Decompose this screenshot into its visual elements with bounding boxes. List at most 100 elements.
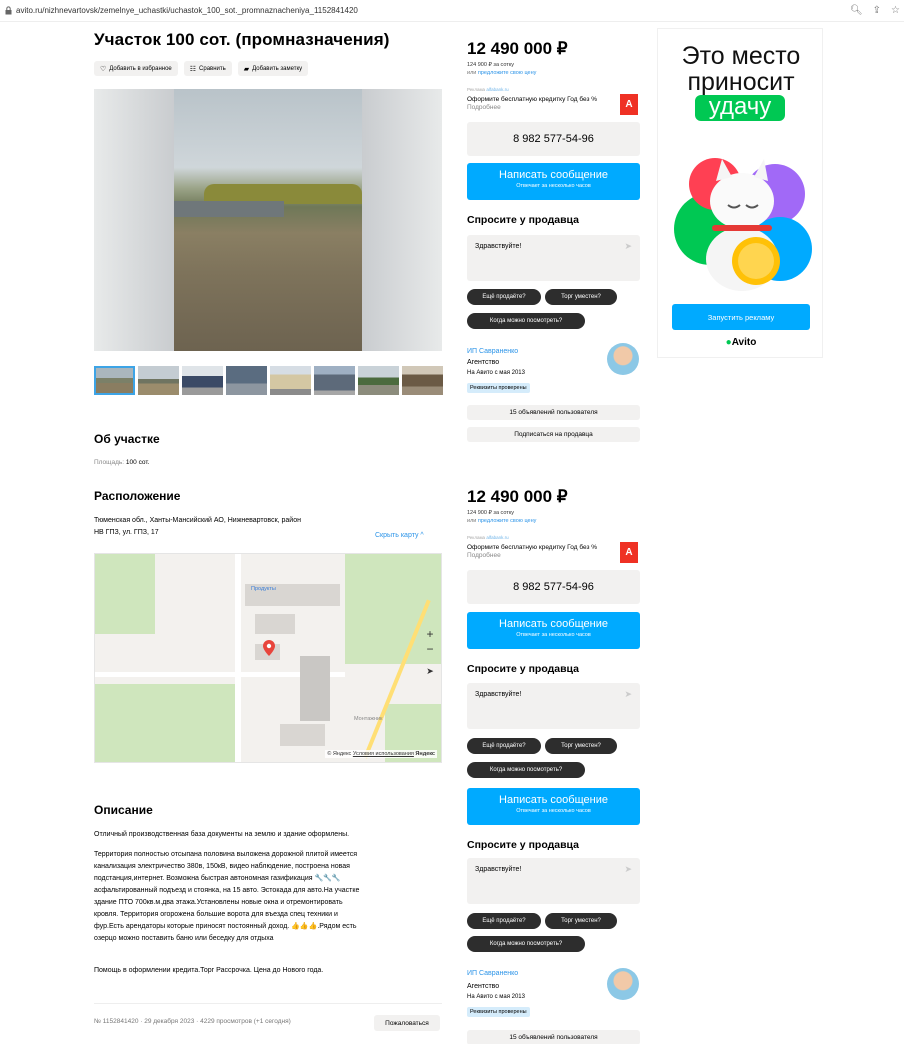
add-note-button[interactable]: ▰ Добавить заметку xyxy=(237,61,309,76)
heart-icon: ♡ xyxy=(100,65,107,73)
quick-question-chip[interactable]: Когда можно посмотреть? xyxy=(467,762,585,778)
seller-name-link[interactable]: ИП Савраненко xyxy=(467,348,518,355)
thumbnail[interactable] xyxy=(182,366,223,395)
photo-blur-right xyxy=(362,89,442,351)
map-zoom-in-button[interactable]: + xyxy=(423,627,437,641)
add-favorite-button[interactable]: ♡ Добавить в избранное xyxy=(94,61,178,76)
thumbnail[interactable] xyxy=(94,366,135,395)
quick-question-chip[interactable]: Торг уместен? xyxy=(545,289,617,305)
ad-text[interactable]: Оформите бесплатную кредитку Год без % П… xyxy=(467,544,607,560)
complain-button[interactable]: Пожаловаться xyxy=(374,1015,440,1031)
ask-seller-text: Здравствуйте! xyxy=(475,866,522,873)
quick-question-chip[interactable]: Ещё продаёте? xyxy=(467,289,541,305)
map-poi-label[interactable]: Продукты xyxy=(251,586,276,592)
seller-listings-button[interactable]: 15 объявлений пользователя xyxy=(467,1030,640,1044)
browser-address-bar[interactable]: avito.ru/nizhnevartovsk/zemelnye_uchastk… xyxy=(0,0,904,22)
map-building xyxy=(300,656,330,721)
seller-listings-button[interactable]: 15 объявлений пользователя xyxy=(467,405,640,420)
ad-label-text: Реклама xyxy=(467,87,486,92)
write-message-label: Написать сообщение xyxy=(499,169,608,181)
offer-prefix: или xyxy=(467,518,477,524)
subscribe-seller-button[interactable]: Подписаться на продавца xyxy=(467,427,640,442)
seller-since: На Авито с мая 2013 xyxy=(467,370,525,376)
thumbnail[interactable] xyxy=(402,366,443,395)
map-attribution: © Яндекс Условия использования Яндекс xyxy=(325,750,437,758)
photo-blur-left xyxy=(94,89,174,351)
zoom-icon[interactable]: 🔍︎ xyxy=(850,5,863,16)
thumbnail[interactable] xyxy=(138,366,179,395)
alfa-bank-logo[interactable]: А xyxy=(620,542,638,563)
photo-image xyxy=(174,89,362,351)
quick-question-chip[interactable]: Ещё продаёте? xyxy=(467,738,541,754)
description-line: Территория полностью отсыпана половина в… xyxy=(94,851,357,858)
main-photo[interactable] xyxy=(94,89,442,351)
ad-banner[interactable]: Это место приносит удачу Запустить рекла… xyxy=(657,28,823,358)
map[interactable]: Продукты Монтажник + − ➤ © Яндекс Услови… xyxy=(94,553,442,763)
phone-button[interactable]: 8 982 577-54-96 xyxy=(467,570,640,604)
response-time: Отвечает за несколько часов xyxy=(516,183,591,189)
thumbnail[interactable] xyxy=(358,366,399,395)
thumbnail[interactable] xyxy=(270,366,311,395)
seller-since: На Авито с мая 2013 xyxy=(467,994,525,1000)
offer-price: или предложите свою цену xyxy=(467,518,536,524)
ad-label: Реклама alfabank.ru xyxy=(467,87,509,92)
description-line: здание ПТО 700кв.м.два этажа.Установлены… xyxy=(94,899,343,906)
send-icon[interactable]: ➤ xyxy=(624,689,632,700)
offer-prefix: или xyxy=(467,70,477,76)
quick-question-chip[interactable]: Торг уместен? xyxy=(545,738,617,754)
ask-seller-input[interactable]: Здравствуйте! ➤ xyxy=(467,858,640,904)
share-icon[interactable]: ⇪ xyxy=(873,5,881,16)
ask-seller-input[interactable]: Здравствуйте! ➤ xyxy=(467,235,640,281)
quick-question-chip[interactable]: Торг уместен? xyxy=(545,913,617,929)
ad-more-link[interactable]: Подробнее xyxy=(467,552,501,559)
seller-avatar[interactable] xyxy=(607,968,639,1000)
avito-brand: Avito xyxy=(731,337,757,348)
area-value: 100 сот. xyxy=(125,459,150,466)
map-locate-icon[interactable]: ➤ xyxy=(423,666,437,677)
ad-text[interactable]: Оформите бесплатную кредитку Год без % П… xyxy=(467,96,607,112)
send-icon[interactable]: ➤ xyxy=(624,241,632,252)
map-road xyxy=(235,554,241,762)
compare-button[interactable]: ☷ Сравнить xyxy=(183,61,232,76)
write-message-button[interactable]: Написать сообщение Отвечает за несколько… xyxy=(467,163,640,200)
map-zoom-out-button[interactable]: − xyxy=(423,642,437,656)
thumbnail[interactable] xyxy=(226,366,267,395)
ad-label: Реклама alfabank.ru xyxy=(467,535,509,540)
launch-ads-button[interactable]: Запустить рекламу xyxy=(672,304,810,330)
write-message-button[interactable]: Написать сообщение Отвечает за несколько… xyxy=(467,612,640,649)
offer-price-link[interactable]: предложите свою цену xyxy=(478,518,537,524)
address-line2: НВ ГПЗ, ул. ГПЗ, 17 xyxy=(94,529,159,536)
alfa-bank-logo[interactable]: А xyxy=(620,94,638,115)
ad-domain[interactable]: alfabank.ru xyxy=(486,87,508,92)
map-street-label: Монтажник xyxy=(354,716,383,722)
ask-seller-input[interactable]: Здравствуйте! ➤ xyxy=(467,683,640,729)
map-building xyxy=(255,614,295,634)
seller-avatar[interactable] xyxy=(607,343,639,375)
verified-badge: Реквизиты проверены xyxy=(467,383,530,393)
hide-map-link[interactable]: Скрыть карту ^ xyxy=(375,532,424,539)
map-terms-link[interactable]: Условия использования xyxy=(353,751,414,757)
area-label: Площадь: xyxy=(94,459,125,466)
ask-seller-heading: Спросите у продавца xyxy=(467,214,579,226)
ad-more-link[interactable]: Подробнее xyxy=(467,104,501,111)
ask-seller-text: Здравствуйте! xyxy=(475,243,522,250)
url-text[interactable]: avito.ru/nizhnevartovsk/zemelnye_uchastk… xyxy=(16,6,358,15)
send-icon[interactable]: ➤ xyxy=(624,864,632,875)
star-icon[interactable]: ☆ xyxy=(891,5,900,16)
price: 12 490 000 ₽ xyxy=(467,487,568,506)
map-brand: Яндекс xyxy=(415,751,435,757)
map-pin-icon[interactable] xyxy=(263,640,275,656)
phone-button[interactable]: 8 982 577-54-96 xyxy=(467,122,640,156)
map-building xyxy=(280,724,325,746)
offer-price-link[interactable]: предложите свою цену xyxy=(478,70,537,76)
quick-question-chip[interactable]: Ещё продаёте? xyxy=(467,913,541,929)
write-message-button[interactable]: Написать сообщение Отвечает за несколько… xyxy=(467,788,640,825)
seller-name-link[interactable]: ИП Савраненко xyxy=(467,970,518,977)
ad-domain[interactable]: alfabank.ru xyxy=(486,535,508,540)
quick-question-chip[interactable]: Когда можно посмотреть? xyxy=(467,936,585,952)
quick-question-chip[interactable]: Когда можно посмотреть? xyxy=(467,313,585,329)
compare-label: Сравнить xyxy=(199,65,226,72)
description-line: канализация электричество 380в, 150кВ, в… xyxy=(94,863,350,870)
description-p1: Отличный производственная база документы… xyxy=(94,831,350,838)
thumbnail[interactable] xyxy=(314,366,355,395)
